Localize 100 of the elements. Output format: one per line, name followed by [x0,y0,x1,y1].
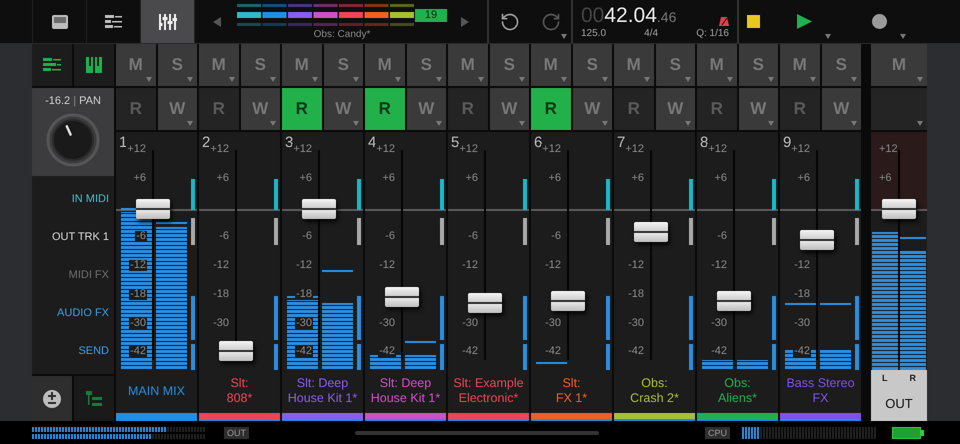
piano-icon [86,57,102,73]
play-button[interactable] [797,14,812,29]
scale-label: -12 [461,260,479,271]
write-button[interactable]: W [738,88,778,130]
tree-button[interactable] [74,376,114,421]
track-list-button[interactable] [32,44,72,86]
fader-handle[interactable] [717,290,751,311]
write-button[interactable]: W [490,88,529,130]
left-arrow-icon[interactable] [213,16,221,26]
mute-button[interactable]: M [116,44,156,86]
add-remove-button[interactable] [32,376,72,421]
undo-icon[interactable] [500,12,520,32]
write-button[interactable]: W [656,88,695,130]
output-label: OUT [224,426,249,438]
mute-button[interactable]: M [365,44,404,86]
fader-handle[interactable] [385,286,419,307]
caret-icon [644,76,650,82]
mute-button[interactable]: M [531,44,570,86]
caret-icon [810,76,816,82]
scrollbar[interactable] [355,430,599,434]
solo-button[interactable]: S [406,44,446,86]
caret-icon [270,76,276,82]
caret-icon [187,76,193,82]
fader-handle[interactable] [302,198,336,219]
redo-icon[interactable] [540,12,560,32]
solo-button[interactable]: S [240,44,280,86]
scale-label: -42 [295,346,313,357]
stop-button[interactable] [746,15,760,28]
record-button[interactable] [872,14,887,29]
mute-button[interactable]: M [697,44,736,86]
routing-item[interactable]: AUDIO FX [57,304,109,322]
fader-handle[interactable] [551,290,585,311]
solo-button[interactable]: S [490,44,529,86]
write-button[interactable]: W [240,88,280,130]
channel-number: 9 [783,134,792,150]
channel-number: 6 [534,134,542,150]
fader-handle[interactable] [136,198,170,219]
scale-label: +12 [458,144,479,155]
write-button[interactable]: W [158,88,197,130]
caret-icon [602,76,608,82]
view-tab[interactable] [140,0,194,43]
write-button[interactable]: W [822,88,861,130]
channel-name: Slt: 808* [226,376,252,406]
track-count-badge: 19 [415,8,447,22]
track-name: Obs: Candy* [314,30,370,40]
channel-side-label: R [910,372,916,385]
fader-handle[interactable] [882,198,916,219]
scale-label: +6 [215,172,230,184]
channel-number: 4 [368,134,376,150]
quantize-label: Q: 1/16 [696,28,729,38]
mute-button[interactable]: M [614,44,654,86]
write-button[interactable]: W [572,88,612,130]
read-button[interactable]: R [531,88,570,130]
scale-label: -12 [793,260,811,271]
channel-number: 7 [617,134,626,150]
write-button[interactable]: W [406,88,446,130]
channel-name: Slt: Example Electronic* [453,376,524,406]
caret-icon [436,120,442,126]
list-icon [43,57,61,73]
solo-button[interactable]: S [656,44,695,86]
caret-icon [228,76,234,82]
routing-item[interactable]: MIDI FX [68,266,109,284]
scale-label: -30 [378,318,396,329]
solo-button[interactable]: S [324,44,363,86]
read-button[interactable]: R [365,88,404,130]
caret-icon [519,76,525,82]
metronome-icon[interactable] [719,16,729,26]
scale-label: -30 [627,318,645,329]
mute-button[interactable]: M [199,44,238,86]
fader-handle[interactable] [468,293,502,314]
scale-label: -18 [627,288,645,300]
fader-handle[interactable] [219,341,253,362]
caret-icon [353,120,359,126]
scale-label: +12 [624,144,645,155]
solo-button[interactable]: S [738,44,778,86]
mute-button[interactable]: M [282,44,322,86]
mute-button[interactable]: M [780,44,820,86]
solo-button[interactable]: S [822,44,861,86]
read-button[interactable]: R [282,88,322,130]
output-panel[interactable]: L R OUT [871,370,927,421]
solo-button[interactable]: S [572,44,612,86]
caret-icon [312,76,318,82]
channel-name: Slt: Deep House Kit 1* [370,376,440,406]
routing-item[interactable]: SEND [78,342,109,360]
scale-label: -12 [129,260,147,271]
scale-label: -18 [793,288,811,300]
routing-item[interactable]: OUT TRK 1 [52,228,109,246]
routing-item[interactable]: IN MIDI [72,190,109,208]
write-button[interactable]: W [324,88,363,130]
solo-button[interactable]: S [158,44,197,86]
mute-button[interactable]: M [448,44,488,86]
keyboard-button[interactable] [74,44,114,86]
scale-label: +12 [375,144,396,155]
mute-button[interactable]: M [871,44,927,86]
scale-label: +12 [790,144,811,155]
caret-icon [560,76,566,82]
fader-handle[interactable] [800,230,834,250]
scale-label: -12 [544,260,562,271]
right-arrow-icon[interactable] [461,16,469,26]
fader-handle[interactable] [634,222,668,242]
